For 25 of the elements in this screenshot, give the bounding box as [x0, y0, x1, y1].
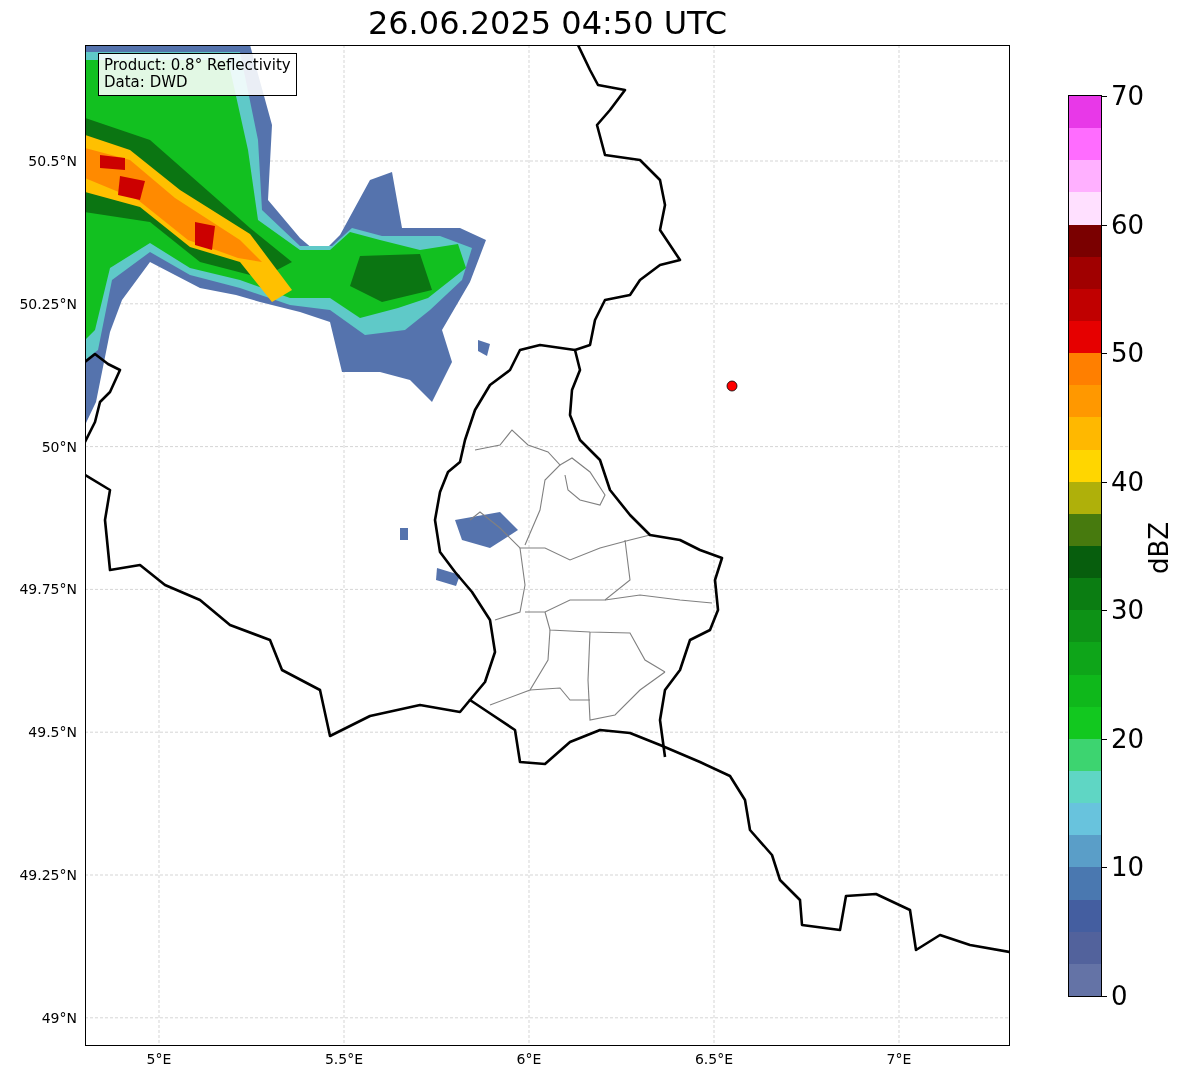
station-marker	[726, 380, 738, 392]
colorbar-label: dBZ	[1144, 521, 1175, 575]
tick-label: 10	[1111, 852, 1145, 883]
latitude-label: 49.75°N	[19, 581, 77, 598]
latitude-label: 50°N	[41, 438, 77, 455]
longitude-label: 6.5°E	[694, 1051, 734, 1067]
annotation-text: Product: 0.8° Reflectivity	[104, 57, 291, 74]
latitude-label: 50.5°N	[28, 153, 77, 169]
longitude-label: 6°E	[516, 1051, 542, 1067]
tick-label: 70	[1111, 81, 1145, 111]
tick-label: 20	[1111, 723, 1145, 754]
tick-label: 0	[1111, 981, 1128, 1011]
latitude-label: 50.25°N	[19, 295, 77, 312]
annotation-text: Data: DWD	[104, 74, 189, 91]
longitude-label: 5.5°E	[324, 1051, 364, 1067]
longitude-label: 5°E	[146, 1051, 172, 1067]
latitude-label: 49.5°N	[28, 724, 77, 741]
tick-label: 40	[1111, 466, 1145, 497]
latitude-label: 49.25°N	[19, 867, 77, 883]
tick-label: 60	[1111, 209, 1145, 240]
tick-label: 50	[1111, 338, 1145, 369]
tick-label: 30	[1111, 595, 1145, 626]
longitude-label: 7°E	[886, 1051, 912, 1067]
chart-title: 26.06.2025 04:50 UTC	[367, 3, 728, 44]
latitude-label: 49°N	[41, 1009, 77, 1026]
